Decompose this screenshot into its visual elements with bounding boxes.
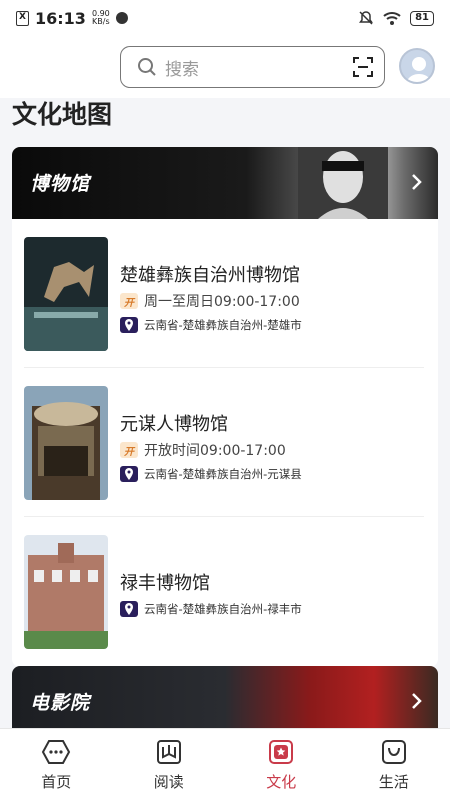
tab-label: 生活 — [378, 773, 409, 791]
museum-thumbnail — [24, 386, 108, 500]
museum-thumbnail — [24, 535, 108, 649]
statue-image — [298, 147, 388, 219]
mute-icon — [359, 11, 374, 25]
chevron-right-icon[interactable] — [410, 692, 422, 710]
life-icon — [381, 740, 406, 764]
location: 云南省-楚雄彝族自治州-楚雄市 — [120, 317, 302, 333]
tab-label: 阅读 — [153, 773, 184, 791]
hours-text: 开放时间09:00-17:00 — [144, 443, 286, 459]
book-icon — [156, 740, 181, 764]
search-placeholder: 搜索 — [165, 59, 199, 80]
status-bar: X 16:13 0.90 KB/s 81 — [0, 0, 450, 36]
app-notification-icon — [115, 12, 128, 24]
bottom-nav: 首页 阅读 文化 生活 — [0, 728, 450, 800]
museum-name: 楚雄彝族自治州博物馆 — [120, 265, 300, 286]
location-pin-icon — [120, 466, 138, 482]
search-icon — [138, 58, 156, 76]
culture-icon — [269, 740, 294, 764]
hours-text: 周一至周日09:00-17:00 — [144, 294, 300, 310]
museum-name: 元谋人博物馆 — [120, 414, 228, 435]
location-text: 云南省-楚雄彝族自治州-元谋县 — [144, 467, 302, 481]
list-item[interactable]: 楚雄彝族自治州博物馆 开 周一至周日09:00-17:00 云南省-楚雄彝族自治… — [24, 219, 424, 369]
tab-label: 首页 — [41, 773, 72, 791]
location-pin-icon — [120, 317, 138, 333]
location-pin-icon — [120, 601, 138, 617]
tab-label: 文化 — [266, 773, 297, 791]
network-speed-unit: KB/s — [92, 17, 110, 26]
location-text: 云南省-楚雄彝族自治州-禄丰市 — [144, 602, 302, 616]
location: 云南省-楚雄彝族自治州-元谋县 — [120, 466, 302, 482]
battery-indicator: 81 — [410, 10, 434, 26]
home-icon — [42, 740, 71, 764]
tab-home[interactable]: 首页 — [0, 729, 113, 800]
opening-hours: 开 周一至周日09:00-17:00 — [120, 291, 300, 311]
museum-thumbnail — [24, 237, 108, 351]
open-icon: 开 — [120, 293, 138, 309]
cinema-section: 电影院 — [12, 666, 438, 736]
museum-section: 博物馆 楚雄彝族自治州博物馆 开 周一至周日09:00-17:00 云南省-楚雄… — [12, 147, 438, 667]
page-title: 文化地图 — [12, 100, 113, 129]
cinema-section-title: 电影院 — [30, 692, 91, 714]
no-sim-icon: X — [16, 10, 29, 26]
status-time: 16:13 — [35, 8, 86, 28]
open-icon: 开 — [120, 442, 138, 458]
museum-section-title: 博物馆 — [30, 173, 91, 195]
list-item[interactable]: 禄丰博物馆 云南省-楚雄彝族自治州-禄丰市 — [24, 517, 424, 667]
cinema-banner[interactable]: 电影院 — [12, 666, 438, 736]
tab-culture[interactable]: 文化 — [225, 729, 338, 800]
list-item[interactable]: 元谋人博物馆 开 开放时间09:00-17:00 云南省-楚雄彝族自治州-元谋县 — [24, 368, 424, 518]
user-icon — [406, 57, 432, 82]
location: 云南省-楚雄彝族自治州-禄丰市 — [120, 601, 302, 617]
museum-name: 禄丰博物馆 — [120, 573, 210, 594]
network-speed: 0.90 KB/s — [92, 10, 110, 26]
chevron-right-icon[interactable] — [410, 173, 422, 191]
top-header: 搜索 — [0, 36, 450, 98]
location-text: 云南省-楚雄彝族自治州-楚雄市 — [144, 318, 302, 332]
wifi-icon — [383, 12, 401, 25]
search-bar[interactable]: 搜索 — [120, 46, 385, 88]
opening-hours: 开 开放时间09:00-17:00 — [120, 440, 286, 460]
avatar[interactable] — [399, 48, 435, 84]
tab-reading[interactable]: 阅读 — [113, 729, 226, 800]
scan-icon[interactable] — [352, 56, 374, 78]
museum-banner[interactable]: 博物馆 — [12, 147, 438, 219]
tab-life[interactable]: 生活 — [338, 729, 450, 800]
